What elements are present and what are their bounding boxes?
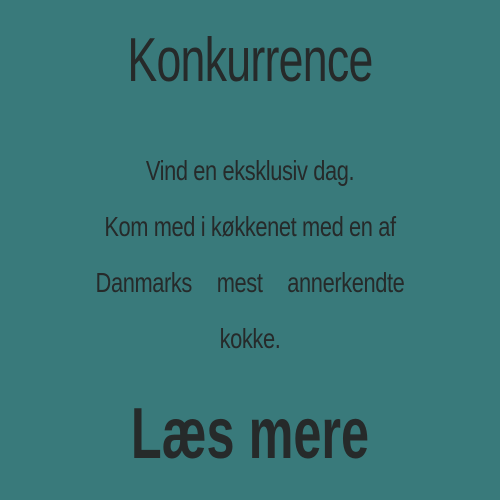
description-word-annerkendte: annerkendte: [287, 267, 405, 298]
description-line-3: Danmarks mest annerkendte: [96, 255, 405, 311]
read-more-link[interactable]: Læs mere: [75, 398, 425, 470]
description-word-mest: mest: [216, 267, 263, 298]
description-line-4: kokke.: [219, 323, 281, 354]
description-word-danmarks: Danmarks: [95, 267, 193, 298]
description-line-1: Vind en eksklusiv dag.: [145, 155, 355, 186]
competition-banner[interactable]: Konkurrence Vind en eksklusiv dag. Kom m…: [0, 0, 500, 500]
banner-title: Konkurrence: [127, 26, 373, 95]
banner-description: Vind en eksklusiv dag. Kom med i køkkene…: [52, 143, 448, 367]
description-line-2: Kom med i køkkenet med en af: [104, 211, 396, 242]
